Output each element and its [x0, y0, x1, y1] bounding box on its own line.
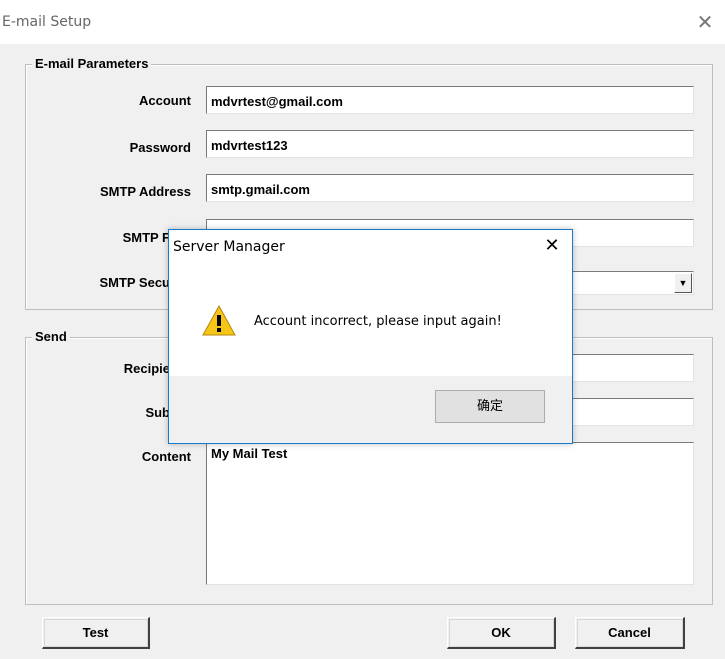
- recipient-label: Recipie: [123, 361, 170, 376]
- email-setup-window: E-mail Setup ✕ E-mail Parameters Account…: [0, 0, 725, 659]
- dialog-confirm-button[interactable]: 确定: [435, 390, 545, 423]
- window-close-icon[interactable]: ✕: [691, 8, 719, 36]
- window-title: E-mail Setup: [2, 14, 92, 30]
- title-bar[interactable]: E-mail Setup ✕: [0, 0, 725, 44]
- account-label: Account: [139, 93, 191, 108]
- password-label: Password: [129, 140, 191, 155]
- email-parameters-legend: E-mail Parameters: [32, 56, 152, 71]
- send-legend: Send: [32, 329, 70, 344]
- warning-icon: [202, 304, 236, 336]
- smtp-address-field[interactable]: [206, 174, 694, 202]
- dialog-title: Server Manager: [173, 239, 285, 255]
- content-textarea[interactable]: My Mail Test: [206, 442, 694, 585]
- ok-button[interactable]: OK: [447, 617, 556, 649]
- dropdown-arrow-icon[interactable]: ▼: [674, 273, 692, 293]
- smtp-port-label: SMTP F: [122, 230, 170, 245]
- server-manager-dialog: Server Manager ✕ Account incorrect, plea…: [168, 229, 573, 444]
- smtp-address-label: SMTP Address: [99, 184, 191, 199]
- dialog-footer: 确定: [169, 376, 572, 443]
- cancel-button[interactable]: Cancel: [575, 617, 685, 649]
- smtp-security-label: SMTP Secu: [99, 275, 170, 290]
- password-field[interactable]: [206, 130, 694, 158]
- content-label: Content: [141, 449, 191, 464]
- account-field[interactable]: [206, 86, 694, 114]
- dialog-message: Account incorrect, please input again!: [254, 314, 502, 329]
- test-button[interactable]: Test: [42, 617, 150, 649]
- subject-label: Sub: [145, 405, 170, 420]
- dialog-close-icon[interactable]: ✕: [540, 234, 564, 258]
